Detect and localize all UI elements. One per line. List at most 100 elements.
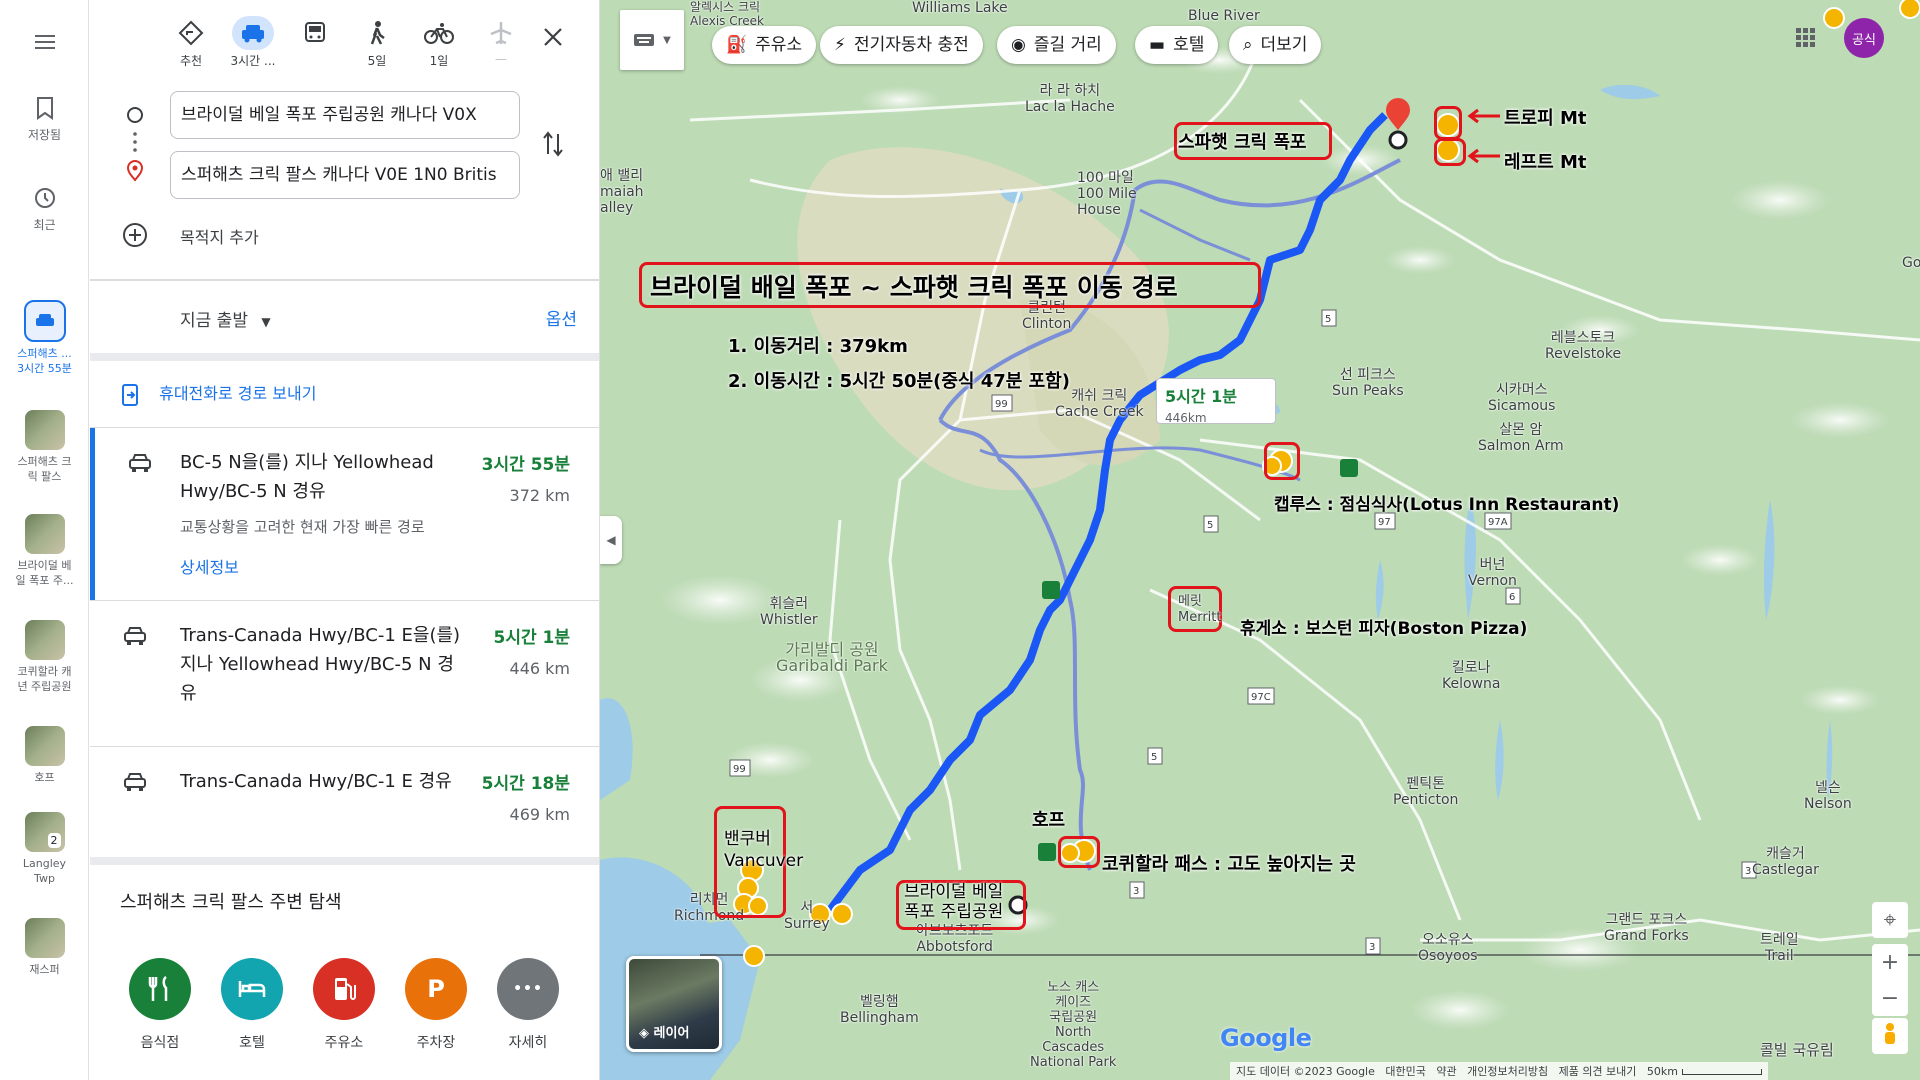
region-link[interactable]: 대한민국 (1385, 1065, 1425, 1078)
chip-hotels[interactable]: ▬ 호텔 (1135, 26, 1219, 64)
explore-more[interactable]: ••• 자세히 (488, 958, 568, 1052)
mode-driving[interactable]: 3시간 ... (228, 16, 278, 69)
annotation-time: 2. 이동시간 : 5시간 50분(중식 47분 포함) (728, 371, 1070, 392)
keyboard-icon (634, 34, 655, 46)
annotation-left: 레프트 Mt (1504, 152, 1587, 173)
my-location-button[interactable]: ⌖ (1872, 902, 1908, 938)
recent-item[interactable]: 2 Langley Twp (8, 812, 81, 886)
explore-restaurants[interactable]: 음식점 (120, 958, 200, 1052)
chip-gas[interactable]: ⛽ 주유소 (712, 26, 817, 64)
origin-input[interactable]: 브라이덜 베일 폭포 주립공원 캐나다 V0X (170, 91, 520, 139)
chip-things-to-do[interactable]: ◉ 즐길 거리 (997, 26, 1116, 64)
destination-input[interactable]: 스퍼해츠 크릭 팔스 캐나다 V0E 1N0 Britis (170, 151, 520, 199)
chip-ev[interactable]: ⚡ 전기자동차 충전 (820, 26, 983, 64)
recent-item-directions[interactable]: 스퍼해츠 ... 3시간 55분 (8, 300, 81, 376)
chip-more[interactable]: ⌕ 더보기 (1229, 26, 1322, 64)
place-label: 넬슨 Nelson (1804, 780, 1852, 812)
recent-item[interactable]: 호프 (8, 726, 81, 785)
collapse-panel-button[interactable]: ◀ (600, 516, 622, 564)
place-label: 노스 캐스 케이즈 국립공원 North Cascades National P… (1030, 980, 1117, 1070)
hwy-label: 97A (1488, 517, 1508, 528)
place-label: 서 Surrey (784, 900, 830, 932)
hwy-label: 6 (1509, 592, 1515, 603)
street-view-pegman[interactable] (1872, 1018, 1908, 1054)
fork-knife-icon (129, 958, 191, 1020)
map-canvas[interactable]: 5 5 5 99 99 97 97A 6 97C 3 3 3 Williams … (600, 0, 1920, 1080)
google-logo: Google (1220, 1024, 1312, 1052)
fuel-icon (313, 958, 375, 1020)
menu-button[interactable] (0, 30, 89, 60)
route-option-3[interactable]: Trans-Canada Hwy/BC-1 E 경유 5시간 18분 469 k… (90, 747, 599, 857)
bookmark-icon (36, 97, 53, 120)
explore-parking[interactable]: P 주차장 (396, 958, 476, 1052)
place-label: 킬로나 Kelowna (1442, 660, 1501, 692)
route-details-link[interactable]: 상세정보 (180, 554, 239, 578)
add-destination-icon[interactable] (122, 222, 148, 252)
place-label: 펜틱톤 Penticton (1393, 776, 1459, 808)
hwy-label: 5 (1207, 520, 1213, 531)
privacy-link[interactable]: 개인정보처리방침 (1467, 1065, 1548, 1078)
add-destination-link[interactable]: 목적지 추가 (180, 224, 259, 248)
car-icon (129, 454, 151, 472)
avatar[interactable]: 공식 (1844, 18, 1884, 58)
zoom-out-button[interactable]: − (1872, 980, 1908, 1016)
attribution: 지도 데이터 ©2023 Google (1236, 1065, 1375, 1078)
send-to-phone-button[interactable]: 휴대전화로 경로 보내기 (120, 380, 316, 407)
depart-time-dropdown[interactable]: 지금 출발 ▼ (180, 306, 271, 331)
place-label: Williams Lake (912, 0, 1008, 16)
input-tools-button[interactable]: ▼ (620, 10, 684, 70)
mode-label: 1일 (429, 54, 449, 68)
layers-button[interactable]: ◈ 레이어 (626, 956, 722, 1052)
apps-grid-icon[interactable] (1796, 28, 1816, 48)
mode-walking[interactable]: 5일 (352, 16, 402, 69)
route-title: Trans-Canada Hwy/BC-1 E 경유 (180, 771, 452, 792)
explore-hotels[interactable]: 호텔 (212, 958, 292, 1052)
trophy-box (1434, 106, 1462, 140)
annotation-kamloops: 캡루스 : 점심식사(Lotus Inn Restaurant) (1274, 495, 1620, 515)
mode-recommended[interactable]: 추천 (166, 16, 216, 69)
arrow-icon (1467, 108, 1500, 164)
route-option-2[interactable]: Trans-Canada Hwy/BC-1 E을(를) 지나 Yellowhea… (90, 601, 599, 746)
saved-button[interactable]: 저장됨 (0, 96, 89, 143)
swap-button[interactable] (542, 130, 564, 162)
annotation-vancouver: 밴쿠버 Vancuver (724, 829, 804, 871)
recent-item-label: 코퀴할라 캐 년 주립공원 (17, 665, 72, 693)
bicycle-icon (418, 16, 460, 50)
left-box (1434, 138, 1466, 166)
hwy-label: 3 (1369, 942, 1375, 953)
place-label: 살몬 암 Salmon Arm (1478, 422, 1564, 454)
recent-item[interactable]: 코퀴할라 캐 년 주립공원 (8, 620, 81, 694)
recent-item[interactable]: 재스퍼 (8, 918, 81, 977)
mode-flight[interactable]: — (476, 16, 526, 66)
hwy-label: 3 (1133, 886, 1139, 897)
hwy-label: 3 (1745, 866, 1751, 877)
chip-label: 주유소 (755, 35, 803, 55)
explore-gas[interactable]: 주유소 (304, 958, 384, 1052)
hwy-label: 99 (733, 764, 746, 775)
options-link[interactable]: 옵션 (546, 305, 577, 330)
mode-cycling[interactable]: 1일 (414, 16, 464, 69)
route-time: 5시간 18분 (481, 774, 570, 794)
place-label: 시카머스 Sicamous (1488, 382, 1556, 414)
feedback-link[interactable]: 제품 의견 보내기 (1559, 1065, 1637, 1078)
chip-label: 전기자동차 충전 (853, 35, 969, 55)
route-option-1[interactable]: BC-5 N을(를) 지나 Yellowhead Hwy/BC-5 N 경유 3… (90, 428, 599, 600)
close-button[interactable] (542, 26, 564, 52)
route-time-badge[interactable]: 5시간 1분 446km (1156, 378, 1276, 425)
layers-icon: ◈ (639, 1026, 654, 1041)
locate-icon: ⌖ (1883, 907, 1897, 933)
terms-link[interactable]: 약관 (1436, 1065, 1456, 1078)
mode-transit[interactable] (290, 16, 340, 52)
recent-item-label: Langley Twp (22, 857, 67, 885)
route-title: Trans-Canada Hwy/BC-1 E을(를) 지나 Yellowhea… (180, 625, 461, 704)
place-label: 오소유스 Osoyoos (1418, 932, 1478, 964)
zoom-in-button[interactable]: + (1872, 944, 1908, 980)
chip-label: 즐길 거리 (1033, 35, 1102, 55)
directions-panel: 추천 3시간 ... 5일 1일 — 브라이덜 베일 폭포 주립공원 캐나다 V… (90, 0, 600, 1080)
scale-bar (1681, 1069, 1762, 1075)
chip-label: 더보기 (1260, 35, 1308, 55)
recent-item[interactable]: 브라이덜 베 일 폭포 주... (8, 514, 81, 588)
divider (90, 857, 599, 865)
recent-button[interactable]: 최근 (0, 186, 89, 233)
recent-item[interactable]: 스퍼해츠 크 릭 팔스 (8, 410, 81, 484)
